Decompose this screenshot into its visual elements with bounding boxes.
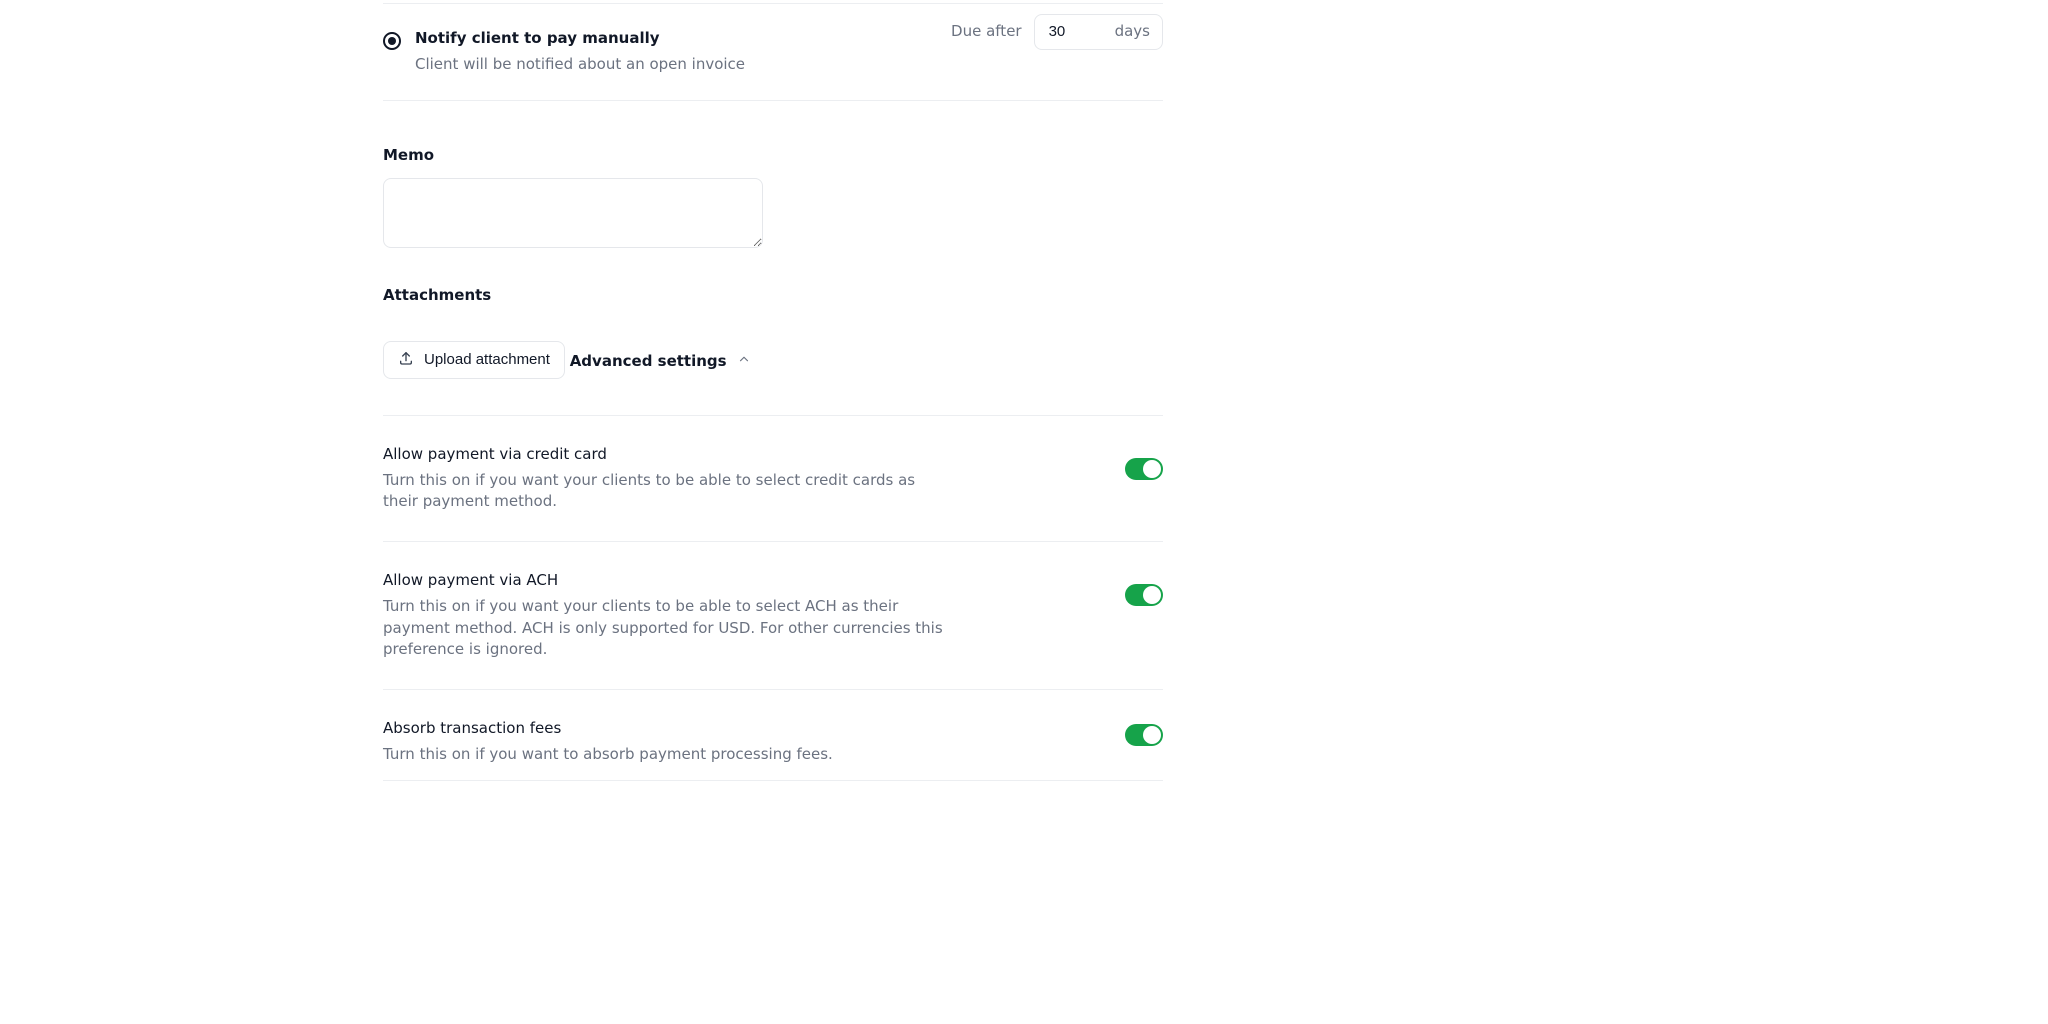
setting-ach: Allow payment via ACH Turn this on if yo… [383, 542, 1163, 689]
toggle-credit-card[interactable] [1125, 458, 1163, 480]
setting-desc: Turn this on if you want your clients to… [383, 596, 943, 661]
divider [383, 780, 1163, 781]
setting-desc: Turn this on if you want to absorb payme… [383, 744, 833, 766]
setting-desc: Turn this on if you want your clients to… [383, 470, 943, 514]
toggle-ach[interactable] [1125, 584, 1163, 606]
chevron-up-icon [737, 351, 751, 373]
upload-icon [398, 350, 414, 370]
setting-title: Absorb transaction fees [383, 718, 833, 740]
payment-option-title: Notify client to pay manually [415, 28, 745, 50]
payment-option-subtitle: Client will be notified about an open in… [415, 54, 745, 76]
due-after-input-wrap: days [1034, 14, 1163, 50]
toggle-absorb-fees[interactable] [1125, 724, 1163, 746]
setting-title: Allow payment via credit card [383, 444, 943, 466]
advanced-settings-label: Advanced settings [570, 351, 727, 373]
advanced-settings-toggle[interactable]: Advanced settings [570, 351, 751, 373]
due-after-label: Due after [951, 21, 1022, 43]
memo-label: Memo [383, 145, 1163, 167]
divider [383, 100, 1163, 101]
setting-credit-card: Allow payment via credit card Turn this … [383, 416, 1163, 541]
attachments-label: Attachments [383, 285, 1163, 307]
due-after-control: Due after days [951, 14, 1163, 50]
payment-option-notify[interactable]: Notify client to pay manually Client wil… [383, 4, 745, 100]
due-after-input[interactable] [1047, 22, 1087, 41]
due-after-unit: days [1115, 21, 1150, 43]
radio-selected-icon[interactable] [383, 32, 401, 50]
upload-attachment-label: Upload attachment [424, 351, 550, 368]
memo-textarea[interactable] [383, 178, 763, 248]
setting-title: Allow payment via ACH [383, 570, 943, 592]
setting-absorb-fees: Absorb transaction fees Turn this on if … [383, 690, 1163, 780]
upload-attachment-button[interactable]: Upload attachment [383, 341, 565, 379]
